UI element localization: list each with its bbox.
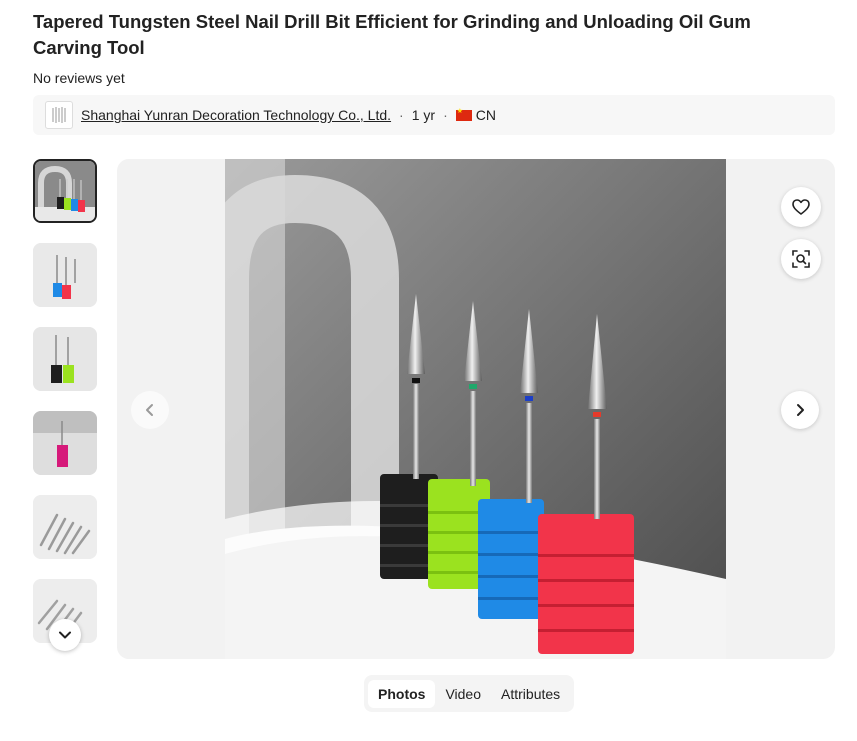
tab-attributes[interactable]: Attributes bbox=[491, 680, 570, 708]
thumbnail-3[interactable] bbox=[33, 327, 97, 391]
image-search-icon bbox=[792, 250, 810, 268]
separator-dot: · bbox=[443, 107, 448, 123]
favorite-button[interactable] bbox=[781, 187, 821, 227]
next-image-button[interactable] bbox=[781, 391, 819, 429]
thumbnail-strip bbox=[33, 159, 97, 659]
supplier-logo[interactable] bbox=[45, 101, 73, 129]
tab-video[interactable]: Video bbox=[435, 680, 491, 708]
thumbnails-scroll-down-button[interactable] bbox=[49, 619, 81, 651]
supplier-country: CN bbox=[475, 107, 496, 123]
heart-icon bbox=[792, 199, 810, 215]
product-title: Tapered Tungsten Steel Nail Drill Bit Ef… bbox=[33, 11, 751, 58]
image-viewer bbox=[117, 159, 835, 659]
image-search-button[interactable] bbox=[781, 239, 821, 279]
main-product-image[interactable] bbox=[225, 159, 726, 659]
supplier-name-link[interactable]: Shanghai Yunran Decoration Technology Co… bbox=[81, 107, 391, 123]
separator-dot: · bbox=[399, 107, 404, 123]
chevron-down-icon bbox=[59, 631, 71, 639]
tab-photos[interactable]: Photos bbox=[368, 679, 436, 708]
previous-image-button[interactable] bbox=[131, 391, 169, 429]
supplier-bar: Shanghai Yunran Decoration Technology Co… bbox=[33, 95, 835, 135]
thumbnail-2[interactable] bbox=[33, 243, 97, 307]
thumbnail-1[interactable] bbox=[33, 159, 97, 223]
china-flag-icon bbox=[455, 107, 472, 121]
reviews-status: No reviews yet bbox=[33, 70, 125, 86]
chevron-right-icon bbox=[797, 404, 804, 416]
thumbnail-5[interactable] bbox=[33, 495, 97, 559]
thumbnail-4[interactable] bbox=[33, 411, 97, 475]
supplier-years: 1 yr bbox=[411, 107, 436, 123]
chevron-left-icon bbox=[146, 404, 153, 416]
media-tabs: Photos Video Attributes bbox=[364, 675, 575, 712]
